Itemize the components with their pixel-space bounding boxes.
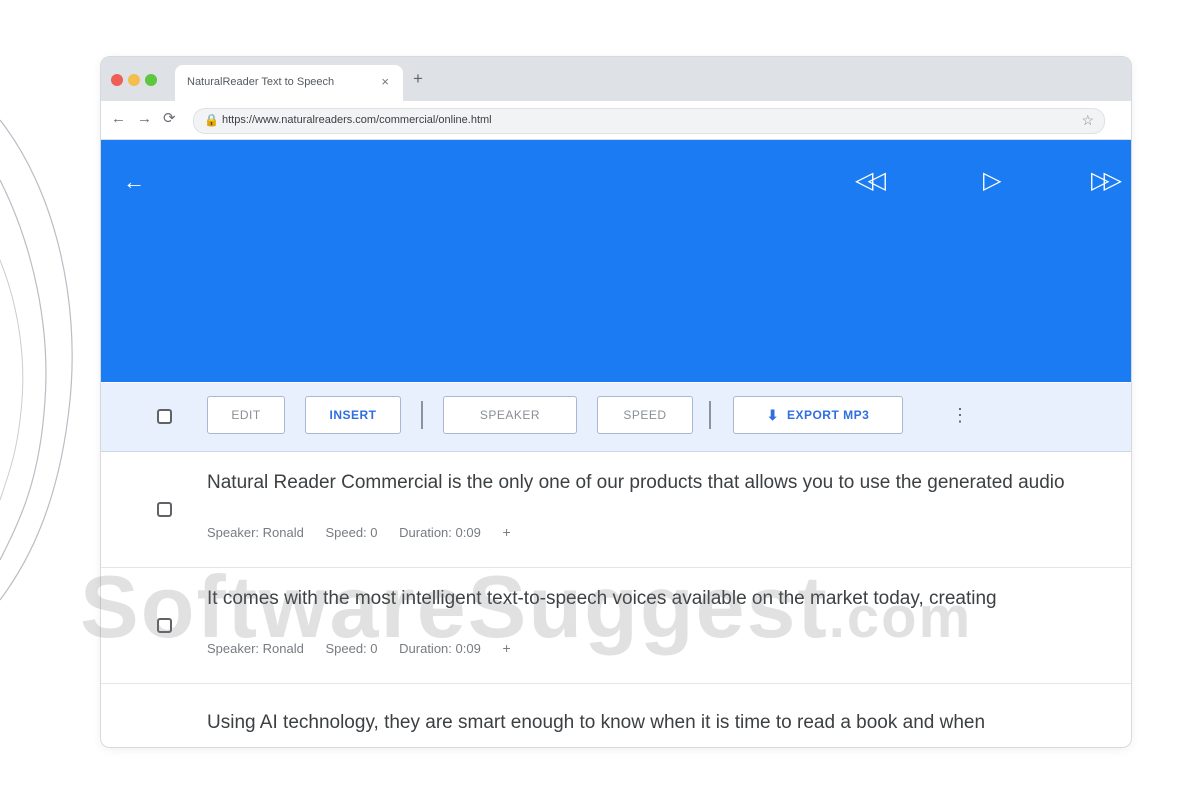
player-panel: ← ◁◁ ▷ ▷▷ — [101, 140, 1131, 382]
reload-icon[interactable]: ⟳ — [163, 110, 176, 128]
sentence-text: Using AI technology, they are smart enou… — [207, 712, 986, 733]
edit-button[interactable]: EDIT — [207, 396, 285, 434]
back-arrow-icon[interactable]: ← — [111, 110, 126, 128]
tab-close-icon[interactable]: × — [381, 74, 389, 90]
speaker-button[interactable]: SPEAKER — [443, 396, 577, 434]
tab-title: NaturalReader Text to Speech — [187, 76, 335, 88]
export-mp3-label: EXPORT MP3 — [786, 408, 870, 422]
play-icon[interactable]: ▷ — [983, 169, 1001, 193]
sentence-text: Natural Reader Commercial is the only on… — [207, 472, 1065, 493]
download-icon: ⬇ — [766, 406, 779, 423]
export-mp3-button[interactable]: ⬇ EXPORT MP3 — [733, 396, 903, 434]
lock-icon: 🔒 — [204, 113, 219, 127]
decorative-arcs — [0, 119, 73, 601]
action-bar: EDIT INSERT SPEAKER SPEED ⬇ EXPORT MP3 ⋮ — [101, 383, 1131, 452]
player-back-arrow-icon[interactable]: ← — [123, 170, 145, 194]
row-checkbox[interactable] — [157, 502, 172, 517]
fast-forward-icon[interactable]: ▷▷ — [1091, 169, 1122, 193]
watermark-main: SoftwareSuggest — [80, 557, 829, 656]
browser-toolbar: ← → ⟳ 🔒 https://www.naturalreaders.com/c… — [101, 101, 1131, 140]
divider — [421, 401, 423, 429]
minimize-window-button[interactable] — [128, 74, 140, 86]
new-tab-icon[interactable]: + — [413, 70, 423, 87]
address-bar[interactable]: 🔒 https://www.naturalreaders.com/commerc… — [193, 108, 1105, 134]
url-text: https://www.naturalreaders.com/commercia… — [222, 114, 492, 126]
watermark: SoftwareSuggest.com — [80, 562, 1140, 652]
insert-button[interactable]: INSERT — [305, 396, 401, 434]
list-item[interactable]: Natural Reader Commercial is the only on… — [101, 452, 1131, 568]
sentence-meta: Speaker: Ronald Speed: 0 Duration: 0:09 … — [207, 524, 529, 540]
browser-tab[interactable]: NaturalReader Text to Speech × — [175, 65, 403, 101]
tab-bar: NaturalReader Text to Speech × + — [101, 57, 1131, 101]
select-all-checkbox[interactable] — [157, 409, 172, 424]
bookmark-star-icon[interactable]: ☆ — [1081, 112, 1094, 129]
list-item[interactable]: Using AI technology, they are smart enou… — [101, 684, 1131, 747]
divider — [709, 401, 711, 429]
add-icon[interactable]: + — [502, 524, 510, 540]
speed-button[interactable]: SPEED — [597, 396, 693, 434]
close-window-button[interactable] — [111, 74, 123, 86]
speed-value: Speed: 0 — [325, 525, 378, 540]
duration-value: Duration: 0:09 — [399, 525, 481, 540]
maximize-window-button[interactable] — [145, 74, 157, 86]
speaker-value: Speaker: Ronald — [207, 525, 304, 540]
forward-arrow-icon[interactable]: → — [137, 110, 152, 128]
watermark-suffix: .com — [828, 585, 973, 650]
more-options-icon[interactable]: ⋮ — [951, 403, 969, 427]
rewind-icon[interactable]: ◁◁ — [855, 169, 886, 193]
